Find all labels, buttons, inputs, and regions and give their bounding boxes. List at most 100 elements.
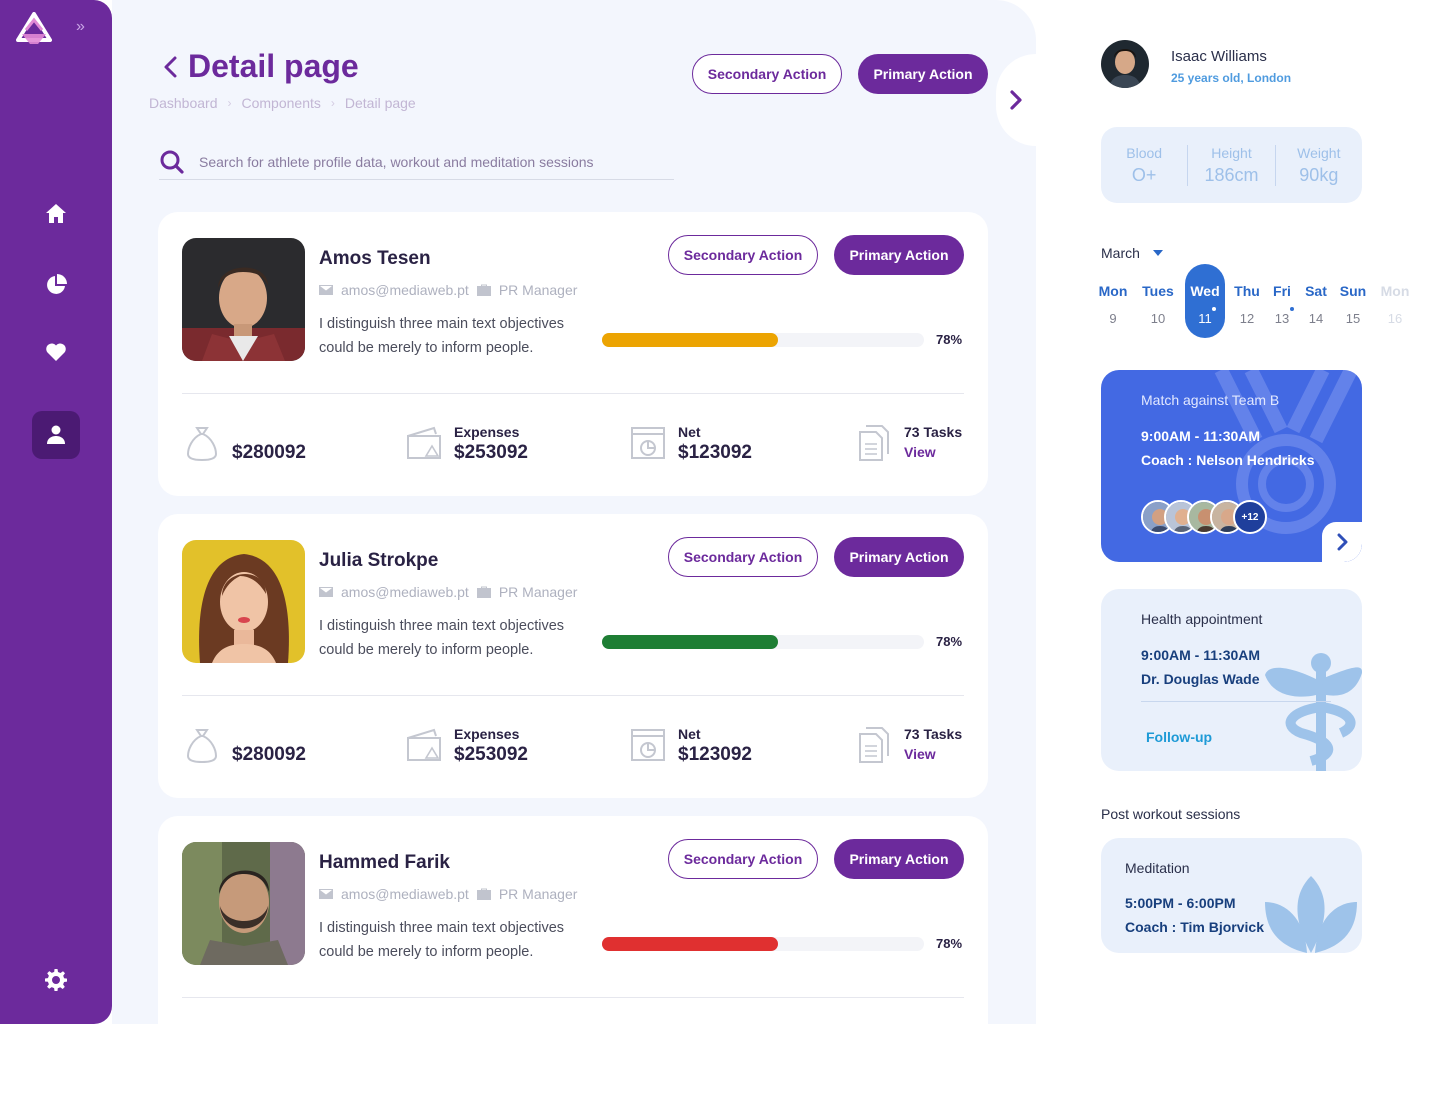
calendar-day[interactable]: Thu 12 <box>1227 264 1267 338</box>
month-select[interactable]: March <box>1101 245 1164 261</box>
page-title: Detail page <box>188 48 359 84</box>
athlete-role: PR Manager <box>498 886 578 902</box>
pie-chart-icon <box>47 274 67 294</box>
calendar-day[interactable]: Mon 16 <box>1375 264 1415 338</box>
gear-icon <box>45 969 67 991</box>
breadcrumb-separator-icon: › <box>227 96 232 110</box>
week-strip: Mon 9 Tues 10 Wed 11 Thu 12 Fri 13 Sat 14 Sun 1… <box>1099 264 1427 338</box>
calendar-day[interactable]: Tues 10 <box>1138 264 1178 338</box>
mail-icon <box>319 587 333 597</box>
vital-blood: Blood O+ <box>1101 145 1187 186</box>
net-label: Net <box>678 726 701 742</box>
sidebar-item-favorites[interactable] <box>32 328 80 376</box>
breadcrumb-item[interactable]: Dashboard <box>149 95 218 111</box>
tasks-stat: 73 Tasks View <box>856 726 962 764</box>
calendar-day[interactable]: Mon 9 <box>1093 264 1133 338</box>
sidebar-item-home[interactable] <box>32 190 80 238</box>
app-logo[interactable] <box>16 12 52 46</box>
profile-avatar[interactable] <box>1101 40 1149 88</box>
vital-value: 90kg <box>1299 164 1339 185</box>
search-input[interactable] <box>199 153 659 170</box>
sidebar-item-stats[interactable] <box>32 261 80 309</box>
card-primary-action-button[interactable]: Primary Action <box>834 839 964 879</box>
progress-percent: 78% <box>936 936 963 951</box>
athlete-email[interactable]: amos@mediaweb.pt <box>341 282 469 298</box>
calendar-day[interactable]: Sat 14 <box>1296 264 1336 338</box>
calendar-day-selected[interactable]: Wed 11 <box>1185 264 1225 338</box>
report-chart-icon <box>631 427 665 459</box>
athlete-email[interactable]: amos@mediaweb.pt <box>341 584 469 600</box>
progress-bar <box>602 937 924 951</box>
card-primary-action-button[interactable]: Primary Action <box>834 537 964 577</box>
meditation-event-card[interactable]: Meditation 5:00PM - 6:00PM Coach : Tim B… <box>1101 838 1362 953</box>
caduceus-icon <box>1265 653 1362 771</box>
card-secondary-action-button[interactable]: Secondary Action <box>668 537 818 577</box>
income-stat: $280092 <box>184 726 306 766</box>
expenses-stat: Expenses $253092 <box>406 424 528 464</box>
money-bag-icon <box>186 729 218 764</box>
documents-icon <box>859 425 889 461</box>
health-event-card[interactable]: Health appointment 9:00AM - 11:30AM Dr. … <box>1101 589 1362 771</box>
calendar-day[interactable]: Sun 15 <box>1333 264 1373 338</box>
match-open-button[interactable] <box>1322 522 1362 562</box>
athlete-email[interactable]: amos@mediaweb.pt <box>341 886 469 902</box>
wallet-icon <box>407 728 441 761</box>
back-chevron-icon[interactable] <box>162 55 178 79</box>
follow-up-link[interactable]: Follow-up <box>1146 729 1212 745</box>
mail-icon <box>319 285 333 295</box>
vitals-panel: Blood O+ Height 186cm Weight 90kg <box>1101 127 1362 203</box>
search-bar <box>159 144 674 180</box>
athlete-card: Hammed Farik amos@mediaweb.pt PR Manager… <box>158 816 988 1100</box>
athlete-name: Amos Tesen <box>319 248 431 269</box>
divider <box>1141 701 1331 702</box>
sidebar: » <box>0 0 112 1024</box>
progress-fill <box>602 937 778 951</box>
event-time: 9:00AM - 11:30AM <box>1141 647 1261 663</box>
section-label: Post workout sessions <box>1101 806 1241 822</box>
income-value: $280092 <box>232 744 306 765</box>
tasks-label: 73 Tasks <box>904 424 963 440</box>
home-icon <box>46 204 66 223</box>
progress-bar <box>602 635 924 649</box>
sidebar-item-settings[interactable] <box>32 956 80 1004</box>
card-secondary-action-button[interactable]: Secondary Action <box>668 235 818 275</box>
event-doctor: Dr. Douglas Wade <box>1141 671 1260 687</box>
vital-height: Height 186cm <box>1187 144 1274 186</box>
athlete-meta: amos@mediaweb.pt PR Manager <box>319 282 577 298</box>
vital-label: Weight <box>1297 144 1341 161</box>
view-tasks-link[interactable]: View <box>904 444 962 460</box>
event-time: 5:00PM - 6:00PM <box>1125 895 1236 911</box>
briefcase-icon <box>476 888 491 900</box>
event-title: Meditation <box>1125 860 1190 876</box>
report-chart-icon <box>631 729 665 761</box>
expenses-stat: Expenses $253092 <box>406 726 528 766</box>
card-primary-action-button[interactable]: Primary Action <box>834 235 964 275</box>
sidebar-item-profile[interactable] <box>32 411 80 459</box>
lotus-icon <box>1265 876 1357 953</box>
card-secondary-action-button[interactable]: Secondary Action <box>668 839 818 879</box>
chevron-right-icon <box>1337 533 1348 551</box>
net-label: Net <box>678 424 701 440</box>
vital-label: Blood <box>1126 144 1163 161</box>
divider <box>182 393 964 394</box>
vital-value: 186cm <box>1204 164 1259 185</box>
month-label: March <box>1101 245 1140 261</box>
search-icon <box>160 150 184 174</box>
event-title: Match against Team B <box>1141 392 1280 408</box>
expenses-label: Expenses <box>454 726 520 742</box>
breadcrumb-separator-icon: › <box>330 96 335 110</box>
net-stat: Net $123092 <box>630 726 752 766</box>
header-secondary-action-button[interactable]: Secondary Action <box>692 54 842 94</box>
athlete-card: Julia Strokpe amos@mediaweb.pt PR Manage… <box>158 514 988 798</box>
view-tasks-link[interactable]: View <box>904 746 962 762</box>
expand-sidebar-icon[interactable]: » <box>76 18 85 36</box>
breadcrumb-item[interactable]: Components <box>242 95 321 111</box>
breadcrumb: Dashboard › Components › Detail page <box>149 95 416 111</box>
event-time: 9:00AM - 11:30AM <box>1141 428 1261 444</box>
documents-icon <box>859 727 889 763</box>
athlete-avatar <box>182 238 305 361</box>
right-panel: Isaac Williams 25 years old, London Bloo… <box>1036 0 1440 1024</box>
match-event-card[interactable]: Match against Team B 9:00AM - 11:30AM Co… <box>1101 370 1362 562</box>
divider <box>182 695 964 696</box>
header-primary-action-button[interactable]: Primary Action <box>858 54 988 94</box>
